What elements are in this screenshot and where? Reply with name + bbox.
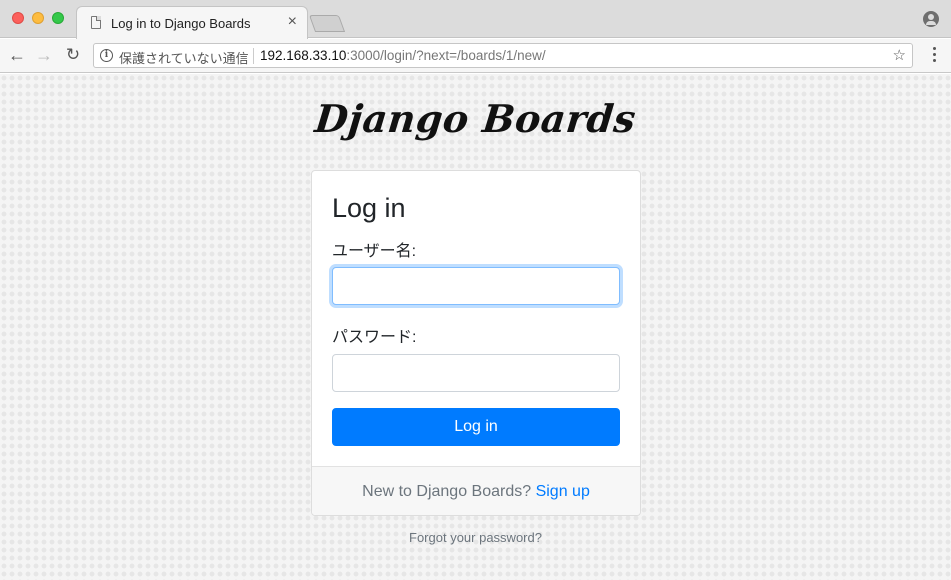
site-brand[interactable]: Django Boards <box>0 96 951 141</box>
forgot-password-link[interactable]: Forgot your password? <box>0 530 951 545</box>
login-card: Log in ユーザー名: パスワード: Log in New to Djang… <box>311 170 641 516</box>
info-icon[interactable]: i <box>100 49 113 62</box>
arrow-left-icon[interactable]: ← <box>5 43 29 67</box>
browser-toolbar: ← → ↻ i 保護されていない通信 192.168.33.10:3000/lo… <box>0 39 951 73</box>
card-footer: New to Django Boards? Sign up <box>312 466 640 515</box>
username-label: ユーザー名: <box>332 243 417 260</box>
password-field[interactable] <box>332 354 620 392</box>
close-window-button[interactable] <box>12 12 24 24</box>
arrow-right-icon[interactable]: → <box>32 43 56 67</box>
url-divider <box>253 48 254 64</box>
page-body: Django Boards Log in ユーザー名: パスワード: Log i… <box>0 74 951 580</box>
tab-title: Log in to Django Boards <box>111 16 251 31</box>
browser-tab[interactable]: Log in to Django Boards × <box>76 6 308 39</box>
url-text[interactable]: 192.168.33.10:3000/login/?next=/boards/1… <box>260 48 546 63</box>
profile-icon[interactable] <box>923 11 939 27</box>
reload-icon[interactable]: ↻ <box>61 43 85 67</box>
page-title: Log in <box>332 193 406 223</box>
browser-titlebar: Log in to Django Boards × <box>0 0 951 39</box>
document-icon <box>91 16 101 29</box>
password-label: パスワード: <box>332 329 417 346</box>
new-tab-button[interactable] <box>308 15 346 32</box>
security-label[interactable]: 保護されていない通信 <box>119 48 249 67</box>
minimize-window-button[interactable] <box>32 12 44 24</box>
tab-close-icon[interactable]: × <box>288 13 297 31</box>
username-field[interactable] <box>332 267 620 305</box>
url-host: 192.168.33.10 <box>260 48 347 63</box>
login-button[interactable]: Log in <box>332 408 620 446</box>
url-path: :3000/login/?next=/boards/1/new/ <box>346 48 546 63</box>
signup-link[interactable]: Sign up <box>536 483 590 500</box>
signup-prompt: New to Django Boards? <box>362 483 532 500</box>
address-bar[interactable]: i 保護されていない通信 192.168.33.10:3000/login/?n… <box>93 43 913 68</box>
star-icon[interactable]: ☆ <box>893 46 906 64</box>
more-vertical-icon[interactable] <box>933 47 937 64</box>
maximize-window-button[interactable] <box>52 12 64 24</box>
